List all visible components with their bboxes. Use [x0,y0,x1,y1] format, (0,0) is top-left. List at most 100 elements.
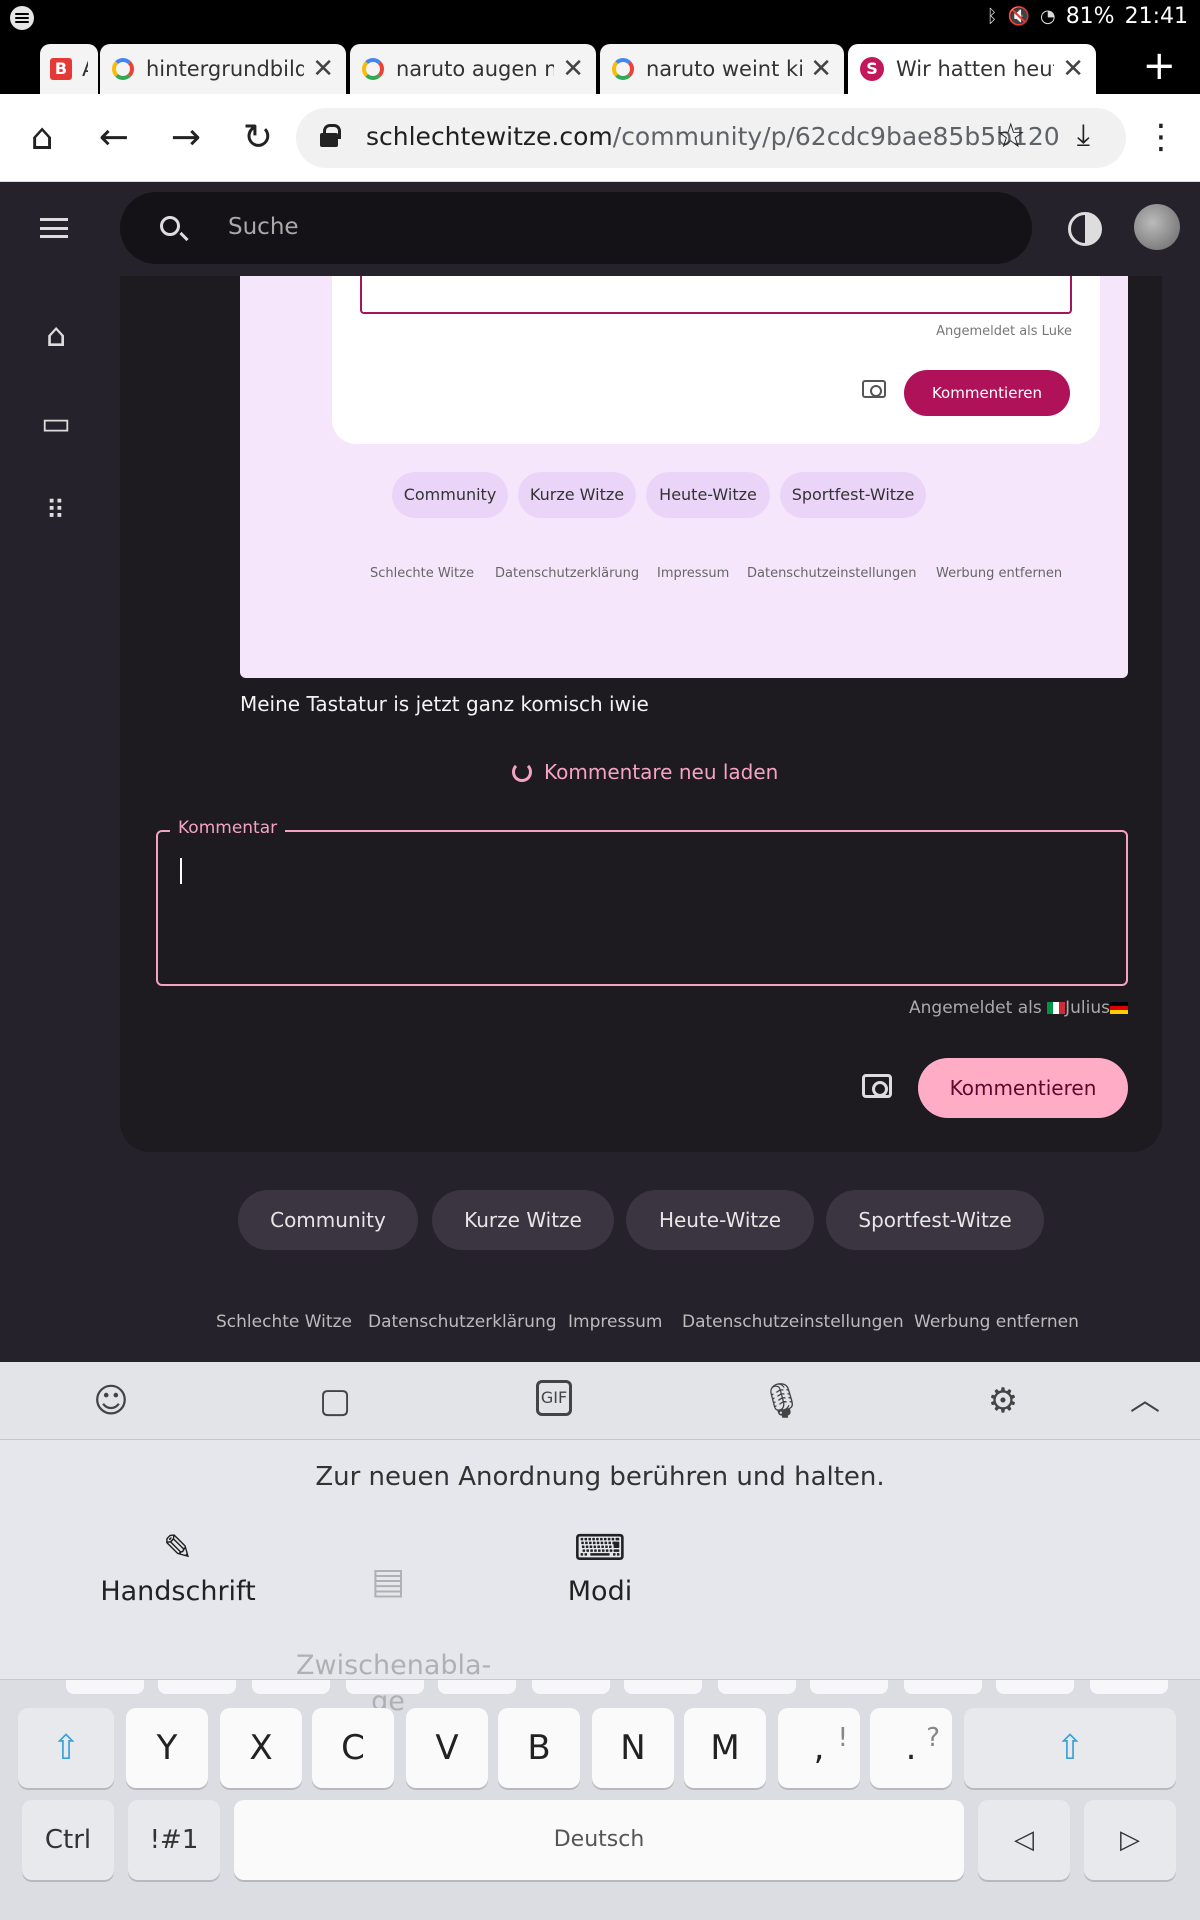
bookmark-star-icon[interactable]: ☆ [996,116,1026,156]
ctrl-key[interactable]: Ctrl [22,1800,114,1880]
key-y[interactable]: Y [126,1708,208,1788]
key-c[interactable]: C [312,1708,394,1788]
sticker-icon[interactable]: ▢ [314,1380,356,1422]
right-arrow-key[interactable]: ▷ [1084,1800,1176,1880]
avatar[interactable] [1134,204,1180,250]
text-cursor [180,858,182,884]
clock: 21:41 [1124,4,1188,29]
peek-key [996,1680,1074,1694]
arrow-right-icon: ▷ [1120,1825,1140,1855]
mode-label: Handschrift [100,1576,256,1607]
key-main: . [905,1728,917,1768]
peek-key [438,1680,516,1694]
apps-grid-icon[interactable]: ⠿ [36,496,76,536]
clipboard-icon: ▤ [370,1561,405,1602]
comment-image[interactable]: Angemeldet als Luke Kommentieren Communi… [240,276,1128,678]
tab-label: naruto weint kin [646,57,803,81]
mode-handwriting[interactable]: ✎ Handschrift [100,1528,256,1607]
mode-modes[interactable]: ⌨ Modi [540,1528,660,1607]
embed-footer-link: Impressum [657,566,730,581]
close-tab-icon[interactable]: ✕ [810,54,832,84]
tab-1[interactable]: hintergrundbilde ✕ [100,44,346,94]
embed-chip: Sportfest-Witze [780,472,926,518]
close-tab-icon[interactable]: ✕ [312,54,334,84]
key-n[interactable]: N [592,1708,674,1788]
close-tab-icon[interactable]: ✕ [1062,54,1084,84]
google-icon [112,58,134,80]
shift-icon: ⇧ [51,1728,81,1768]
footer-link[interactable]: Werbung entfernen [914,1312,1079,1332]
address-bar[interactable]: schlechtewitze.com/community/p/62cdc9bae… [296,108,1126,168]
refresh-icon [512,762,532,782]
comment-input[interactable] [156,830,1128,986]
back-icon[interactable]: ← [88,112,140,164]
shift-left-key[interactable]: ⇧ [18,1708,114,1788]
bluetooth-icon: ᛒ [986,6,998,27]
close-tab-icon[interactable]: ✕ [562,54,584,84]
key-m[interactable]: M [684,1708,766,1788]
emoji-icon[interactable]: ☺ [90,1380,132,1422]
key-v[interactable]: V [406,1708,488,1788]
search-placeholder: Suche [228,214,299,240]
keyboard-modes-panel: Zur neuen Anordnung berühren und halten.… [0,1440,1200,1717]
tab-2[interactable]: naruto augen na ✕ [350,44,596,94]
footer-link[interactable]: Datenschutzerklärung [368,1312,557,1332]
tab-label: Wir hatten heute [896,57,1054,81]
tab-0[interactable]: B A [40,44,98,94]
tab-strip: B A hintergrundbilde ✕ naruto augen na ✕… [0,36,1200,94]
key-period[interactable]: .? [870,1708,952,1788]
keyboard-icon: ⌨ [574,1528,626,1569]
chevron-up-icon[interactable]: ︿ [1124,1380,1166,1422]
tab-3[interactable]: naruto weint kin ✕ [600,44,844,94]
embed-camera-icon [862,380,886,398]
url-domain: schlechtewitze.com [366,122,613,151]
wifi-icon: ◔ [1039,6,1056,27]
key-b[interactable]: B [498,1708,580,1788]
keyboard: ☺ ▢ GIF 🎙 ⚙ ︿ Zur neuen Anordnung berühr… [0,1362,1200,1920]
footer-link[interactable]: Schlechte Witze [216,1312,352,1332]
reload-comments-button[interactable]: Kommentare neu laden [512,760,778,784]
chip-heute-witze[interactable]: Heute-Witze [626,1190,814,1250]
tab-4-active[interactable]: S Wir hatten heute ✕ [848,44,1096,94]
comment-input-label: Kommentar [170,818,286,838]
chip-community[interactable]: Community [238,1190,418,1250]
mode-label: Modi [567,1576,633,1607]
url-path: /community/p/62cdc9bae85b5b120 [612,122,1060,151]
download-icon[interactable]: ⤓ [1077,118,1090,153]
gif-icon[interactable]: GIF [536,1380,572,1416]
footer-link[interactable]: Datenschutzeinstellungen [682,1312,904,1332]
tab-label: hintergrundbilde [146,57,305,81]
new-tab-button[interactable]: + [1142,46,1176,86]
embed-footer-link: Datenschutzeinstellungen [747,566,917,581]
submit-comment-button[interactable]: Kommentieren [918,1058,1128,1118]
home-nav-icon[interactable]: ⌂ [36,316,76,356]
search-input[interactable]: Suche [120,192,1032,264]
shift-right-key[interactable]: ⇧ [964,1708,1176,1788]
germany-flag-icon [1110,1002,1128,1014]
footer-link[interactable]: Impressum [568,1312,663,1332]
status-bar: ᛒ 🔇 ◔ 81% 21:41 [0,0,1200,36]
status-right: ᛒ 🔇 ◔ 81% 21:41 [987,4,1188,29]
theme-toggle-icon[interactable] [1068,212,1102,246]
home-icon[interactable]: ⌂ [16,112,68,164]
key-x[interactable]: X [220,1708,302,1788]
space-key[interactable]: Deutsch [234,1800,964,1880]
site-header: Suche [0,182,1200,276]
hamburger-menu-icon[interactable] [40,218,68,238]
tab-label: naruto augen na [396,57,555,81]
camera-icon[interactable] [862,1074,892,1098]
microphone-icon[interactable]: 🎙 [760,1380,803,1422]
chip-sportfest-witze[interactable]: Sportfest-Witze [826,1190,1044,1250]
chip-kurze-witze[interactable]: Kurze Witze [432,1190,614,1250]
forward-icon[interactable]: → [160,112,212,164]
key-comma[interactable]: ,! [778,1708,860,1788]
symbols-key[interactable]: !#1 [128,1800,220,1880]
google-icon [612,58,634,80]
menu-dots-icon[interactable]: ⋮ [1144,120,1178,154]
left-arrow-key[interactable]: ◁ [978,1800,1070,1880]
key-main: , [813,1728,825,1768]
settings-gear-icon[interactable]: ⚙ [982,1380,1024,1422]
reload-icon[interactable]: ↻ [232,112,284,164]
key-alt: ! [837,1723,848,1753]
community-nav-icon[interactable]: ▭ [36,404,76,444]
